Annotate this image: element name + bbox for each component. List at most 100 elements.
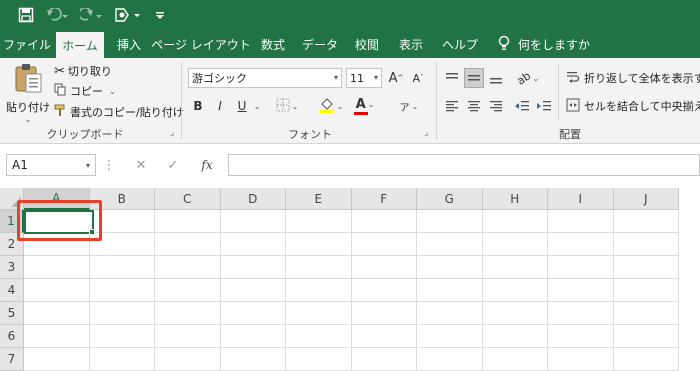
cell-J7[interactable] bbox=[613, 348, 679, 371]
cell-C2[interactable] bbox=[155, 233, 221, 256]
cell-F5[interactable] bbox=[351, 302, 417, 325]
cell-G4[interactable] bbox=[417, 279, 483, 302]
name-box[interactable]: A1 ▾ bbox=[6, 154, 96, 176]
cell-G1[interactable] bbox=[417, 210, 483, 233]
cell-D5[interactable] bbox=[220, 302, 286, 325]
cell-J5[interactable] bbox=[613, 302, 679, 325]
align-top-button[interactable] bbox=[442, 68, 462, 88]
cell-D7[interactable] bbox=[220, 348, 286, 371]
cell-E2[interactable] bbox=[286, 233, 352, 256]
cell-D6[interactable] bbox=[220, 325, 286, 348]
tab-review[interactable]: 校閲 bbox=[348, 30, 386, 58]
cell-B7[interactable] bbox=[89, 348, 155, 371]
cell-A5[interactable] bbox=[24, 302, 90, 325]
cell-F3[interactable] bbox=[351, 256, 417, 279]
wrap-text-button[interactable]: 折り返して全体を表示する bbox=[566, 68, 700, 88]
tell-me-search[interactable]: 何をしますか bbox=[498, 30, 598, 58]
cell-D4[interactable] bbox=[220, 279, 286, 302]
customize-qat-icon[interactable] bbox=[152, 0, 168, 30]
cell-D3[interactable] bbox=[220, 256, 286, 279]
cell-G5[interactable] bbox=[417, 302, 483, 325]
cell-J3[interactable] bbox=[613, 256, 679, 279]
align-left-button[interactable] bbox=[442, 96, 462, 116]
cell-E6[interactable] bbox=[286, 325, 352, 348]
tab-data[interactable]: データ bbox=[298, 30, 342, 58]
tab-page-layout[interactable]: ページ レイアウト bbox=[151, 30, 251, 58]
cell-C5[interactable] bbox=[155, 302, 221, 325]
dialog-launcher-icon[interactable]: ⌟ bbox=[424, 128, 434, 138]
align-bottom-button[interactable] bbox=[486, 68, 506, 88]
cell-I7[interactable] bbox=[548, 348, 614, 371]
fill-color-button[interactable]: ⌄ bbox=[316, 96, 346, 116]
cell-H4[interactable] bbox=[482, 279, 548, 302]
cut-button[interactable]: ✂ 切り取り bbox=[54, 62, 112, 80]
cell-F6[interactable] bbox=[351, 325, 417, 348]
cell-G6[interactable] bbox=[417, 325, 483, 348]
column-header-e[interactable]: E bbox=[286, 188, 352, 210]
insert-function-button[interactable]: fx bbox=[196, 154, 218, 176]
cell-C7[interactable] bbox=[155, 348, 221, 371]
cell-F7[interactable] bbox=[351, 348, 417, 371]
cell-D1[interactable] bbox=[220, 210, 286, 233]
tab-home[interactable]: ホーム bbox=[56, 32, 104, 58]
tab-file[interactable]: ファイル bbox=[2, 30, 52, 58]
cell-A3[interactable] bbox=[24, 256, 90, 279]
cell-E7[interactable] bbox=[286, 348, 352, 371]
font-size-select[interactable]: 11 ▾ bbox=[346, 68, 382, 88]
cell-G2[interactable] bbox=[417, 233, 483, 256]
cell-B6[interactable] bbox=[89, 325, 155, 348]
column-header-f[interactable]: F bbox=[351, 188, 417, 210]
italic-button[interactable]: I bbox=[210, 96, 230, 116]
copy-button[interactable]: コピー ⌄ bbox=[54, 82, 116, 100]
cell-H1[interactable] bbox=[482, 210, 548, 233]
align-middle-button[interactable] bbox=[464, 68, 484, 88]
column-header-g[interactable]: G bbox=[417, 188, 483, 210]
cell-H2[interactable] bbox=[482, 233, 548, 256]
cell-I1[interactable] bbox=[548, 210, 614, 233]
cell-E4[interactable] bbox=[286, 279, 352, 302]
column-header-j[interactable]: J bbox=[613, 188, 679, 210]
undo-icon[interactable] bbox=[44, 0, 70, 30]
cell-I6[interactable] bbox=[548, 325, 614, 348]
cell-B5[interactable] bbox=[89, 302, 155, 325]
cell-J1[interactable] bbox=[613, 210, 679, 233]
tab-view[interactable]: 表示 bbox=[392, 30, 430, 58]
shrink-font-button[interactable]: Aˇ bbox=[408, 68, 428, 88]
bold-button[interactable]: B bbox=[188, 96, 208, 116]
increase-indent-button[interactable] bbox=[534, 96, 554, 116]
cell-C6[interactable] bbox=[155, 325, 221, 348]
paste-button[interactable]: 貼り付け ⌄ bbox=[6, 62, 50, 124]
row-header-4[interactable]: 4 bbox=[0, 279, 24, 302]
tab-insert[interactable]: 挿入 bbox=[110, 30, 148, 58]
cell-H3[interactable] bbox=[482, 256, 548, 279]
underline-dropdown[interactable]: ⌄ bbox=[250, 96, 262, 116]
phonetic-guide-button[interactable]: ア ⌄ bbox=[394, 96, 424, 116]
row-header-7[interactable]: 7 bbox=[0, 348, 24, 371]
row-header-3[interactable]: 3 bbox=[0, 256, 24, 279]
cell-F2[interactable] bbox=[351, 233, 417, 256]
cell-I3[interactable] bbox=[548, 256, 614, 279]
cell-J4[interactable] bbox=[613, 279, 679, 302]
cell-J2[interactable] bbox=[613, 233, 679, 256]
redo-icon[interactable] bbox=[78, 0, 104, 30]
cell-C1[interactable] bbox=[155, 210, 221, 233]
tab-help[interactable]: ヘルプ bbox=[438, 30, 482, 58]
column-header-i[interactable]: I bbox=[548, 188, 614, 210]
merge-center-button[interactable]: セルを結合して中央揃え bbox=[566, 96, 700, 116]
column-header-d[interactable]: D bbox=[220, 188, 286, 210]
underline-button[interactable]: U bbox=[232, 96, 252, 116]
cell-G3[interactable] bbox=[417, 256, 483, 279]
column-header-c[interactable]: C bbox=[155, 188, 221, 210]
decrease-indent-button[interactable] bbox=[512, 96, 532, 116]
cell-B4[interactable] bbox=[89, 279, 155, 302]
cell-H6[interactable] bbox=[482, 325, 548, 348]
cell-F1[interactable] bbox=[351, 210, 417, 233]
cell-C4[interactable] bbox=[155, 279, 221, 302]
orientation-button[interactable]: ab ⌄ bbox=[514, 68, 542, 88]
cell-I5[interactable] bbox=[548, 302, 614, 325]
dialog-launcher-icon[interactable]: ⌟ bbox=[170, 128, 180, 138]
format-painter-button[interactable]: 書式のコピー/貼り付け bbox=[54, 103, 184, 121]
cell-F4[interactable] bbox=[351, 279, 417, 302]
grow-font-button[interactable]: A ^ bbox=[386, 68, 406, 88]
cell-A6[interactable] bbox=[24, 325, 90, 348]
